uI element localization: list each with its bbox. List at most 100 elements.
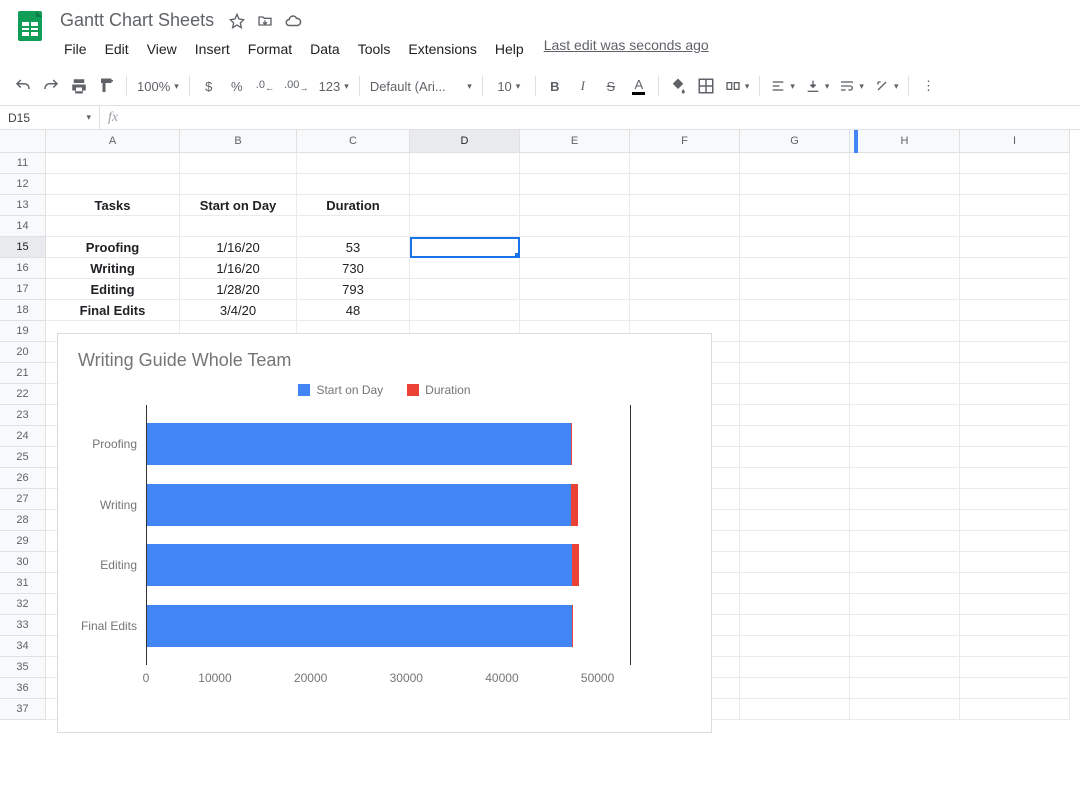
- cell-D17[interactable]: [410, 279, 520, 300]
- column-header-I[interactable]: I: [960, 130, 1070, 153]
- text-rotation-button[interactable]: [870, 73, 903, 99]
- cell-I24[interactable]: [960, 426, 1070, 447]
- menu-insert[interactable]: Insert: [187, 37, 238, 61]
- cell-G12[interactable]: [740, 174, 850, 195]
- cell-H28[interactable]: [850, 510, 960, 531]
- cell-G13[interactable]: [740, 195, 850, 216]
- last-edit-link[interactable]: Last edit was seconds ago: [544, 37, 709, 61]
- row-header-13[interactable]: 13: [0, 195, 46, 216]
- cell-A12[interactable]: [46, 174, 180, 195]
- row-header-24[interactable]: 24: [0, 426, 46, 447]
- column-header-B[interactable]: B: [180, 130, 297, 153]
- row-header-15[interactable]: 15: [0, 237, 46, 258]
- cell-H26[interactable]: [850, 468, 960, 489]
- row-header-25[interactable]: 25: [0, 447, 46, 468]
- cell-G37[interactable]: [740, 699, 850, 720]
- cell-G23[interactable]: [740, 405, 850, 426]
- column-header-E[interactable]: E: [520, 130, 630, 153]
- cell-I36[interactable]: [960, 678, 1070, 699]
- cell-E16[interactable]: [520, 258, 630, 279]
- menu-help[interactable]: Help: [487, 37, 532, 61]
- cell-H13[interactable]: [850, 195, 960, 216]
- cell-H22[interactable]: [850, 384, 960, 405]
- cell-I34[interactable]: [960, 636, 1070, 657]
- cell-H33[interactable]: [850, 615, 960, 636]
- cell-H14[interactable]: [850, 216, 960, 237]
- text-color-button[interactable]: A: [626, 73, 652, 99]
- row-header-37[interactable]: 37: [0, 699, 46, 720]
- cell-D11[interactable]: [410, 153, 520, 174]
- cell-I14[interactable]: [960, 216, 1070, 237]
- cell-I15[interactable]: [960, 237, 1070, 258]
- cell-H12[interactable]: [850, 174, 960, 195]
- cell-F14[interactable]: [630, 216, 740, 237]
- cell-H11[interactable]: [850, 153, 960, 174]
- name-box[interactable]: D15: [0, 106, 100, 129]
- cell-D13[interactable]: [410, 195, 520, 216]
- cell-H25[interactable]: [850, 447, 960, 468]
- cell-C15[interactable]: 53: [297, 237, 410, 258]
- font-size-select[interactable]: 10: [489, 73, 529, 99]
- print-button[interactable]: [66, 73, 92, 99]
- cell-H15[interactable]: [850, 237, 960, 258]
- cell-I20[interactable]: [960, 342, 1070, 363]
- cell-I26[interactable]: [960, 468, 1070, 489]
- menu-view[interactable]: View: [139, 37, 185, 61]
- menu-extensions[interactable]: Extensions: [400, 37, 484, 61]
- cell-D15[interactable]: [410, 237, 520, 258]
- row-header-26[interactable]: 26: [0, 468, 46, 489]
- cell-H21[interactable]: [850, 363, 960, 384]
- cell-H24[interactable]: [850, 426, 960, 447]
- cell-F13[interactable]: [630, 195, 740, 216]
- cell-F17[interactable]: [630, 279, 740, 300]
- row-header-31[interactable]: 31: [0, 573, 46, 594]
- cell-H30[interactable]: [850, 552, 960, 573]
- cell-I37[interactable]: [960, 699, 1070, 720]
- horizontal-align-button[interactable]: [766, 73, 799, 99]
- cell-I25[interactable]: [960, 447, 1070, 468]
- cell-H23[interactable]: [850, 405, 960, 426]
- row-header-18[interactable]: 18: [0, 300, 46, 321]
- cell-G18[interactable]: [740, 300, 850, 321]
- cell-H19[interactable]: [850, 321, 960, 342]
- row-header-11[interactable]: 11: [0, 153, 46, 174]
- cell-B18[interactable]: 3/4/20: [180, 300, 297, 321]
- cell-I28[interactable]: [960, 510, 1070, 531]
- cell-B14[interactable]: [180, 216, 297, 237]
- cell-E18[interactable]: [520, 300, 630, 321]
- cell-I19[interactable]: [960, 321, 1070, 342]
- number-format-select[interactable]: 123: [315, 73, 353, 99]
- cell-I22[interactable]: [960, 384, 1070, 405]
- cell-G24[interactable]: [740, 426, 850, 447]
- cell-G19[interactable]: [740, 321, 850, 342]
- italic-button[interactable]: I: [570, 73, 596, 99]
- cell-E14[interactable]: [520, 216, 630, 237]
- cell-E11[interactable]: [520, 153, 630, 174]
- cloud-status-icon[interactable]: [284, 12, 302, 30]
- select-all-corner[interactable]: [0, 130, 46, 153]
- row-header-17[interactable]: 17: [0, 279, 46, 300]
- cell-C13[interactable]: Duration: [297, 195, 410, 216]
- cell-A17[interactable]: Editing: [46, 279, 180, 300]
- cell-E12[interactable]: [520, 174, 630, 195]
- cell-I13[interactable]: [960, 195, 1070, 216]
- formula-input[interactable]: [126, 106, 1080, 129]
- menu-data[interactable]: Data: [302, 37, 348, 61]
- cell-B15[interactable]: 1/16/20: [180, 237, 297, 258]
- cell-G26[interactable]: [740, 468, 850, 489]
- cell-G11[interactable]: [740, 153, 850, 174]
- row-header-30[interactable]: 30: [0, 552, 46, 573]
- cell-B17[interactable]: 1/28/20: [180, 279, 297, 300]
- move-folder-icon[interactable]: [256, 12, 274, 30]
- cell-C14[interactable]: [297, 216, 410, 237]
- cell-I11[interactable]: [960, 153, 1070, 174]
- cell-I16[interactable]: [960, 258, 1070, 279]
- spreadsheet-grid[interactable]: ABCDEFGHI 111213TasksStart on DayDuratio…: [0, 130, 1080, 720]
- row-header-19[interactable]: 19: [0, 321, 46, 342]
- row-header-29[interactable]: 29: [0, 531, 46, 552]
- cell-H35[interactable]: [850, 657, 960, 678]
- cell-D18[interactable]: [410, 300, 520, 321]
- cell-B11[interactable]: [180, 153, 297, 174]
- cell-I31[interactable]: [960, 573, 1070, 594]
- cell-C16[interactable]: 730: [297, 258, 410, 279]
